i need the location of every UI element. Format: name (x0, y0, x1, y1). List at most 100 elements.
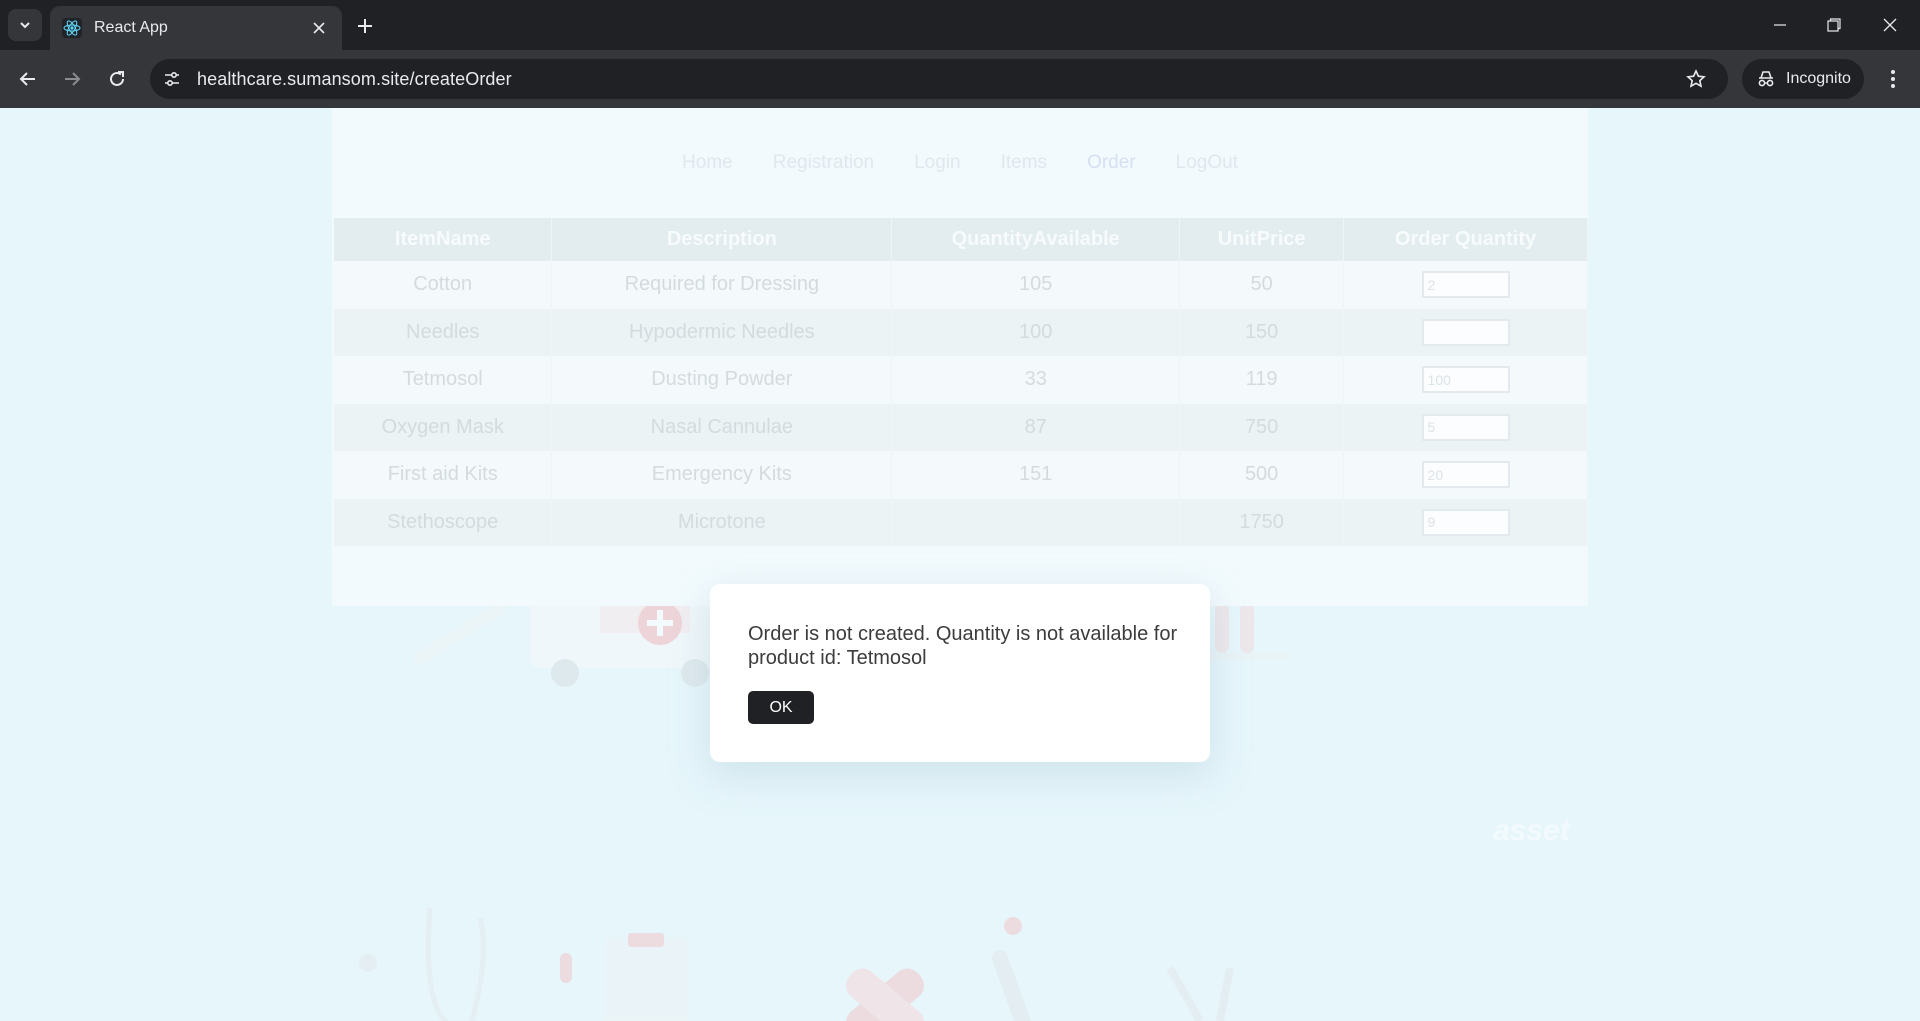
item-quantity-available: 100 (891, 308, 1181, 356)
item-name: First aid Kits (334, 451, 553, 499)
app-panel: Home Registration Login Items Order LogO… (332, 108, 1588, 606)
item-unit-price: 150 (1179, 308, 1345, 356)
order-quantity-cell (1343, 261, 1588, 309)
app-navbar: Home Registration Login Items Order LogO… (332, 108, 1588, 218)
item-unit-price: 50 (1179, 261, 1345, 309)
site-info-icon[interactable] (157, 64, 187, 94)
alert-message: Order is not created. Quantity is not av… (748, 623, 1178, 669)
url-text: healthcare.sumansom.site/createOrder (197, 68, 512, 89)
order-items-table: ItemName Description QuantityAvailable U… (334, 218, 1588, 546)
item-quantity-available (891, 498, 1181, 546)
item-quantity-available: 33 (891, 356, 1181, 404)
item-description: Hypodermic Needles (551, 308, 893, 356)
column-header-description: Description (551, 218, 893, 261)
item-unit-price: 750 (1179, 403, 1345, 451)
order-quantity-cell (1343, 451, 1588, 499)
item-unit-price: 1750 (1179, 498, 1345, 546)
table-header-row: ItemName Description QuantityAvailable U… (334, 218, 1588, 261)
bookmark-star-icon[interactable] (1678, 61, 1714, 97)
restore-button[interactable] (1806, 0, 1862, 50)
item-quantity-available: 151 (891, 451, 1181, 499)
restore-icon (1827, 18, 1841, 32)
order-quantity-input[interactable] (1421, 461, 1510, 489)
chevron-down-icon (20, 22, 30, 29)
close-tab-icon[interactable] (308, 17, 330, 39)
close-window-button[interactable] (1862, 0, 1918, 50)
order-quantity-input[interactable] (1421, 271, 1510, 299)
nav-order[interactable]: Order (1087, 152, 1136, 174)
browser-tab[interactable]: React App (50, 6, 342, 50)
item-name: Oxygen Mask (334, 403, 553, 451)
nav-login[interactable]: Login (914, 152, 961, 174)
item-description: Microtone (551, 498, 893, 546)
item-name: Cotton (334, 261, 553, 309)
order-quantity-input[interactable] (1421, 318, 1510, 346)
microscope-icon (992, 917, 1031, 1021)
pill-icon (560, 953, 572, 983)
order-quantity-cell (1343, 356, 1588, 404)
tab-title: React App (94, 19, 168, 36)
order-quantity-input[interactable] (1421, 508, 1510, 536)
clipboard-icon (605, 933, 687, 1021)
table-row: Cotton Required for Dressing 105 50 (334, 261, 1588, 309)
table-row: Tetmosol Dusting Powder 33 119 (334, 356, 1588, 404)
order-quantity-input[interactable] (1421, 413, 1510, 441)
browser-tab-bar: React App (0, 0, 1920, 50)
plus-icon (358, 19, 372, 33)
browser-toolbar: healthcare.sumansom.site/createOrder Inc… (0, 50, 1920, 108)
item-description: Emergency Kits (551, 451, 893, 499)
reload-button[interactable] (100, 62, 134, 96)
thermometer-icon (414, 602, 506, 664)
table-row: Oxygen Mask Nasal Cannulae 87 750 (334, 403, 1588, 451)
item-name: Stethoscope (334, 498, 553, 546)
item-description: Dusting Powder (551, 356, 893, 404)
back-button[interactable] (11, 62, 45, 96)
reload-icon (110, 71, 124, 86)
ok-button[interactable]: OK (748, 691, 814, 724)
item-quantity-available: 87 (891, 403, 1181, 451)
nav-home[interactable]: Home (682, 152, 733, 174)
more-vertical-icon (1891, 70, 1895, 88)
item-quantity-available: 105 (891, 261, 1181, 309)
arrow-left-icon (19, 72, 35, 86)
incognito-icon (1758, 71, 1774, 87)
minimize-icon (1774, 24, 1786, 26)
minimize-button[interactable] (1752, 0, 1808, 50)
bandage-icon (845, 968, 925, 1021)
order-quantity-cell (1343, 498, 1588, 546)
nav-items[interactable]: Items (1001, 152, 1047, 174)
crutches-icon (1166, 966, 1234, 1021)
asset-watermark: asset (1493, 814, 1572, 847)
order-quantity-cell (1343, 308, 1588, 356)
nav-registration[interactable]: Registration (773, 152, 874, 174)
column-header-unit-price: UnitPrice (1179, 218, 1345, 261)
item-name: Needles (334, 308, 553, 356)
nav-logout[interactable]: LogOut (1176, 152, 1238, 174)
alert-dialog: Order is not created. Quantity is not av… (710, 584, 1210, 762)
incognito-label: Incognito (1786, 70, 1851, 87)
column-header-quantity-available: QuantityAvailable (891, 218, 1181, 261)
order-quantity-input[interactable] (1421, 366, 1510, 394)
column-header-order-quantity: Order Quantity (1343, 218, 1588, 261)
close-icon (1883, 18, 1897, 32)
table-row: First aid Kits Emergency Kits 151 500 (334, 451, 1588, 499)
incognito-indicator[interactable]: Incognito (1742, 59, 1864, 99)
new-tab-button[interactable] (350, 11, 380, 41)
stethoscope-icon (359, 907, 486, 1021)
column-header-itemname: ItemName (334, 218, 553, 261)
table-row: Stethoscope Microtone 1750 (334, 498, 1588, 546)
arrow-right-icon (65, 72, 81, 86)
address-bar[interactable]: healthcare.sumansom.site/createOrder (150, 59, 1728, 99)
forward-button[interactable] (55, 62, 89, 96)
page-viewport: asset Home Registration Login Items Orde… (0, 108, 1920, 1021)
item-description: Required for Dressing (551, 261, 893, 309)
react-icon (62, 18, 82, 38)
order-quantity-cell (1343, 403, 1588, 451)
browser-menu-button[interactable] (1876, 62, 1910, 96)
tab-search-button[interactable] (8, 9, 42, 41)
item-unit-price: 119 (1179, 356, 1345, 404)
item-description: Nasal Cannulae (551, 403, 893, 451)
table-row: Needles Hypodermic Needles 100 150 (334, 308, 1588, 356)
item-name: Tetmosol (334, 356, 553, 404)
item-unit-price: 500 (1179, 451, 1345, 499)
